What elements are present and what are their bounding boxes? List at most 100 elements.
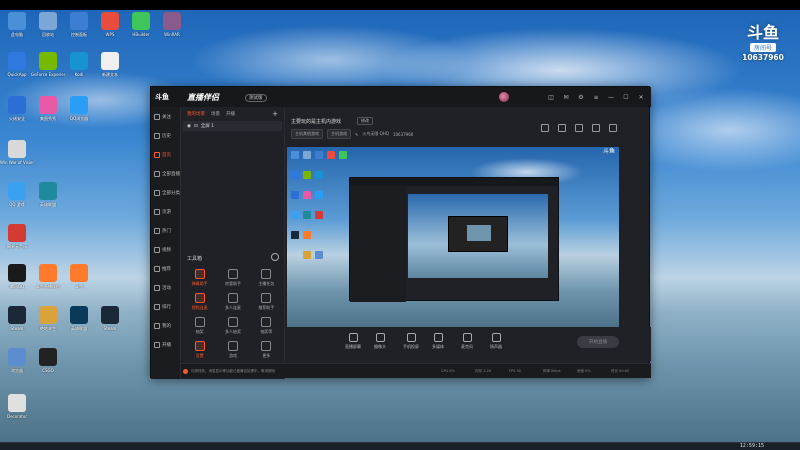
- lock-icon[interactable]: [558, 124, 566, 132]
- rail-item[interactable]: 全部直播: [151, 164, 180, 183]
- desktop-icon[interactable]: 火绒安全: [2, 96, 32, 121]
- desktop-icon[interactable]: 此电脑: [2, 12, 32, 37]
- desktop-icon[interactable]: Decorator: [2, 394, 32, 419]
- start-live-button[interactable]: 开始直播: [577, 336, 619, 348]
- desktop-icon[interactable]: CSGO: [33, 348, 63, 373]
- category-chip[interactable]: 主机其他游戏: [291, 129, 323, 139]
- scene-item-label: 全屏 1: [200, 124, 215, 129]
- source-button[interactable]: 直播屏幕: [345, 333, 361, 350]
- mail-icon[interactable]: ✉: [562, 93, 570, 101]
- desktop-icon[interactable]: GeForce Experience: [31, 52, 65, 77]
- rail-item[interactable]: 全部分类: [151, 183, 180, 202]
- status-bar: 礼物特效、消息显示等功能已做兼容处理中，敬请期待 CPU 0% 内存 1.2G FP…: [181, 363, 651, 378]
- tool-item[interactable]: 弹幕助手: [183, 269, 216, 287]
- tool-item[interactable]: 抽奖等: [250, 317, 283, 335]
- tool-item[interactable]: 多人抽奖: [216, 317, 249, 335]
- taskbar-clock: 12:59:15: [739, 443, 764, 449]
- source-button[interactable]: 多媒体: [432, 333, 444, 350]
- app-icon: [39, 182, 57, 200]
- tool-item[interactable]: 房管助手: [216, 269, 249, 287]
- desktop-icon[interactable]: 新建文本: [95, 52, 125, 77]
- eye-icon[interactable]: ◉: [187, 124, 191, 129]
- desktop-icon[interactable]: WinRAR: [157, 12, 187, 37]
- layout-icon[interactable]: [541, 124, 549, 132]
- tool-item[interactable]: 抽奖: [183, 317, 216, 335]
- rail-item[interactable]: 我的: [151, 316, 180, 335]
- user-avatar[interactable]: [499, 92, 509, 102]
- tab-broadcast[interactable]: 开播: [226, 111, 235, 117]
- desktop-icon[interactable]: 英雄联盟: [64, 306, 94, 331]
- desktop-icon[interactable]: 控制面板: [64, 12, 94, 37]
- desktop-icon[interactable]: 绝地求生: [33, 306, 63, 331]
- close-icon[interactable]: ✕: [637, 93, 645, 101]
- app-icon: [101, 12, 119, 30]
- tool-item[interactable]: 多人连麦: [216, 293, 249, 311]
- live-preview[interactable]: 斗鱼: [287, 147, 619, 327]
- rail-item[interactable]: 首页: [151, 145, 180, 164]
- rail-icon: [154, 303, 160, 310]
- menu-icon[interactable]: ≡: [592, 93, 600, 101]
- bell-icon[interactable]: [592, 124, 600, 132]
- desktop-icon[interactable]: 网易云音乐: [2, 224, 32, 249]
- source-button[interactable]: 扬声器: [490, 333, 502, 350]
- tool-item[interactable]: 游戏: [216, 341, 249, 359]
- desktop-icon[interactable]: QQ 游戏: [2, 182, 32, 207]
- desktop-icon[interactable]: Kodi: [64, 52, 94, 77]
- scene-item[interactable]: ◉ ⊡ 全屏 1: [183, 121, 282, 131]
- desktop-icon[interactable]: 腾讯QQ: [2, 264, 32, 289]
- version-badge[interactable]: 测试版: [245, 94, 267, 102]
- source-label: 摄像头: [374, 344, 386, 349]
- toolbox-settings-icon[interactable]: [271, 253, 279, 261]
- app-title-bar[interactable]: 斗鱼 直播伴侣 测试版 ◫ ✉ ⚙ ≡ — ☐ ✕: [151, 87, 651, 107]
- desktop-icon[interactable]: 斗鱼: [64, 264, 94, 289]
- room-label: 房间号: [749, 43, 776, 52]
- desktop-icon[interactable]: QuickApp: [2, 52, 32, 77]
- desktop-icon[interactable]: 美图秀秀: [33, 96, 63, 121]
- source-button[interactable]: 麦克风: [461, 333, 473, 350]
- category-chip[interactable]: 主机游戏: [327, 129, 351, 139]
- tool-item[interactable]: 更多: [250, 341, 283, 359]
- tool-item[interactable]: 视频连麦: [183, 293, 216, 311]
- desktop-icon[interactable]: Steam: [95, 306, 125, 331]
- desktop-icon[interactable]: 英雄联盟: [33, 182, 63, 207]
- share-icon[interactable]: [609, 124, 617, 132]
- lock-icon[interactable]: ⊡: [194, 124, 198, 129]
- rail-item[interactable]: 排行: [151, 297, 180, 316]
- tool-item[interactable]: 设置: [183, 341, 216, 359]
- rail-icon: [154, 246, 160, 253]
- minimize-icon[interactable]: —: [607, 93, 615, 101]
- desktop-icon[interactable]: QQ浏览器: [64, 96, 94, 121]
- desktop-icon[interactable]: HBuilder: [126, 12, 156, 37]
- notice-text: 礼物特效、消息显示等功能已做兼容处理中，敬请期待: [191, 369, 275, 373]
- preview-app-icon: [315, 211, 323, 219]
- add-scene-icon[interactable]: +: [272, 110, 278, 118]
- tab-scenes[interactable]: 场景: [211, 111, 220, 117]
- rail-item[interactable]: 开播: [151, 335, 180, 354]
- rail-item[interactable]: 历史: [151, 126, 180, 145]
- rail-item[interactable]: 页游: [151, 202, 180, 221]
- tool-item[interactable]: 主播任务: [250, 269, 283, 287]
- maximize-icon[interactable]: ☐: [622, 93, 630, 101]
- tab-my-scenes[interactable]: 我的场景: [187, 111, 205, 117]
- rail-item[interactable]: 视频: [151, 240, 180, 259]
- rail-item[interactable]: 热门: [151, 221, 180, 240]
- desktop-icon[interactable]: WPS: [95, 12, 125, 37]
- grid-icon[interactable]: [575, 124, 583, 132]
- tool-icon: [261, 269, 272, 279]
- source-button[interactable]: 摄像头: [374, 333, 386, 350]
- desktop-icon[interactable]: 浏览器: [2, 348, 32, 373]
- skin-icon[interactable]: ◫: [547, 93, 555, 101]
- rail-item[interactable]: 推荐: [151, 259, 180, 278]
- edit-pen-icon[interactable]: ✎: [355, 132, 358, 137]
- tool-item[interactable]: 推荐助手: [250, 293, 283, 311]
- rail-item[interactable]: 关注: [151, 107, 180, 126]
- desktop-icon[interactable]: 斗鱼直播伴侣: [33, 264, 63, 289]
- source-button[interactable]: 手机投屏: [403, 333, 419, 350]
- desktop-icon[interactable]: 回收站: [33, 12, 63, 37]
- rail-item[interactable]: 活动: [151, 278, 180, 297]
- edit-title-button[interactable]: 修改: [357, 117, 373, 125]
- desktop-icon[interactable]: Steam: [2, 306, 32, 331]
- rail-icon: [154, 322, 160, 329]
- settings-icon[interactable]: ⚙: [577, 93, 585, 101]
- desktop-icon[interactable]: Win War of Vision: [0, 140, 34, 165]
